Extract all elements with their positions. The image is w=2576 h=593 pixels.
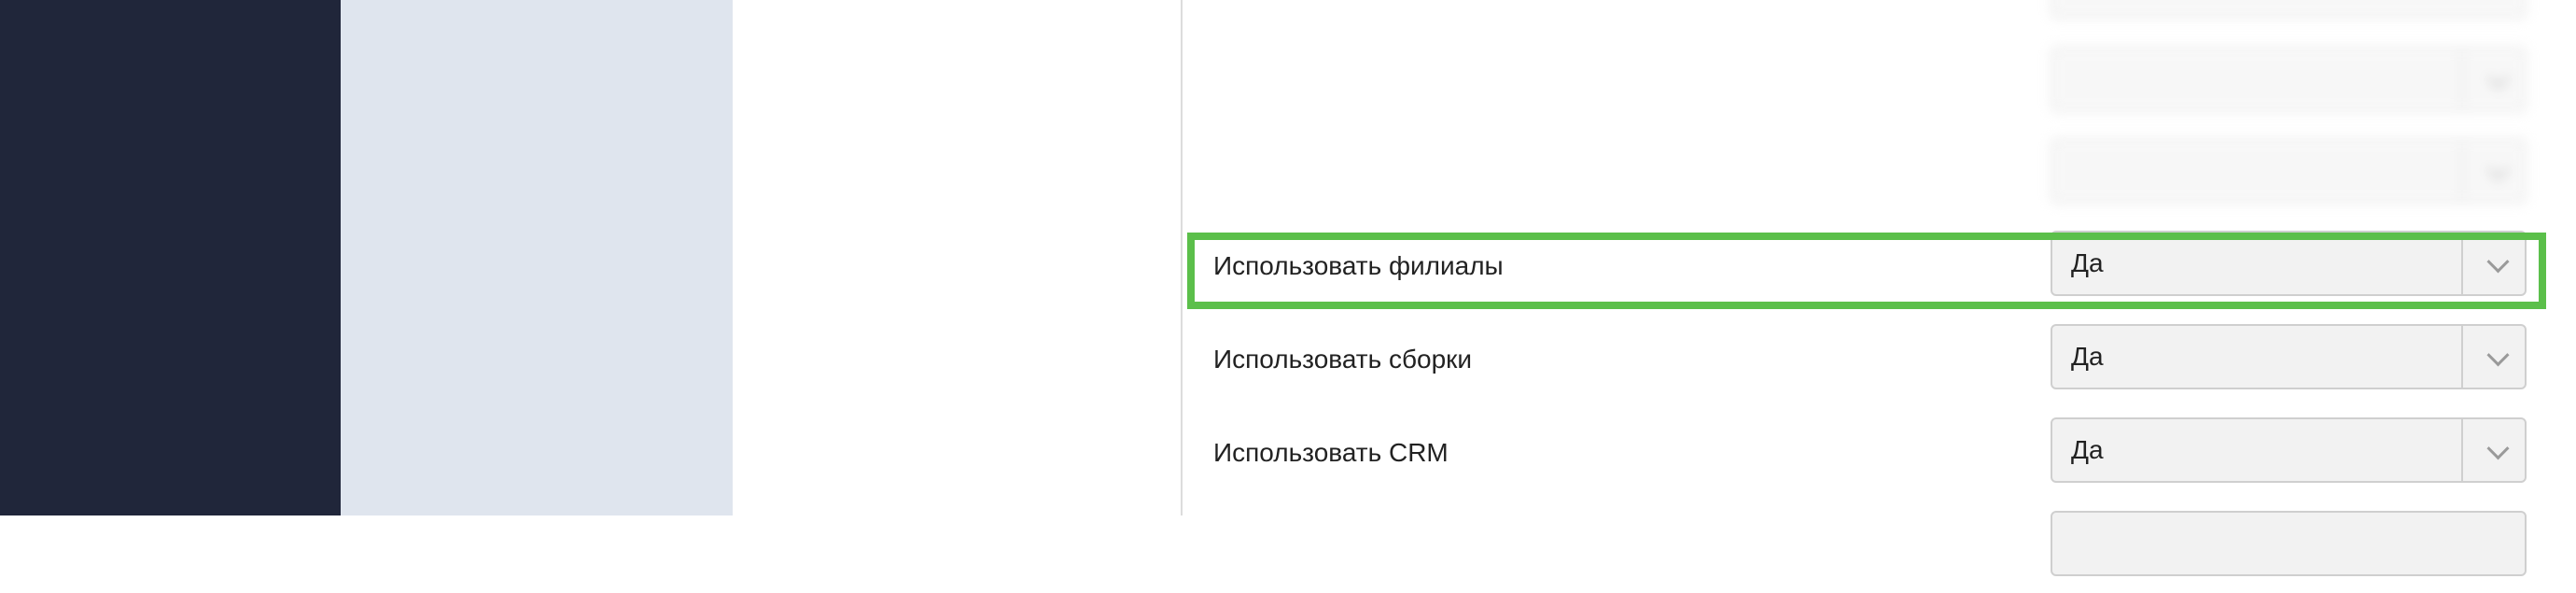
chevron-down-icon [2486,344,2510,367]
select-value: Да [2071,342,2104,371]
setting-label: Использовать CRM [1213,438,1449,467]
setting-select-blurred [2051,138,2527,204]
settings-row-blurred [1185,35,2548,129]
select-separator [2461,419,2463,481]
panel-divider [1181,0,1183,515]
settings-row-blurred [1185,127,2548,220]
setting-select-blurred [2051,0,2527,19]
assemblies-select[interactable]: Да [2051,324,2527,389]
blank-panel [733,0,1181,515]
setting-row-crm: Использовать CRM Да [1185,406,2548,500]
select-separator [2461,140,2463,202]
select-separator [2461,326,2463,388]
select-separator [2461,49,2463,110]
setting-label: Использовать филиалы [1213,251,1504,280]
branches-select[interactable]: Да [2051,231,2527,296]
chevron-down-icon [2486,66,2510,90]
setting-label: Использовать сборки [1213,345,1473,374]
settings-row-blurred [1185,0,2548,35]
chevron-down-icon [2486,158,2510,181]
select-value: Да [2071,435,2104,464]
settings-row-partial [1185,500,2548,593]
select-value: Да [2071,248,2104,277]
secondary-sidebar [341,0,733,515]
setting-row-branches: Использовать филиалы Да [1185,219,2548,313]
chevron-down-icon [2486,250,2510,274]
setting-row-assemblies: Использовать сборки Да [1185,313,2548,406]
select-separator [2461,233,2463,294]
chevron-down-icon [2486,437,2510,460]
setting-select-partial[interactable] [2051,511,2527,576]
dark-sidebar [0,0,341,515]
crm-select[interactable]: Да [2051,417,2527,483]
setting-select-blurred [2051,47,2527,112]
